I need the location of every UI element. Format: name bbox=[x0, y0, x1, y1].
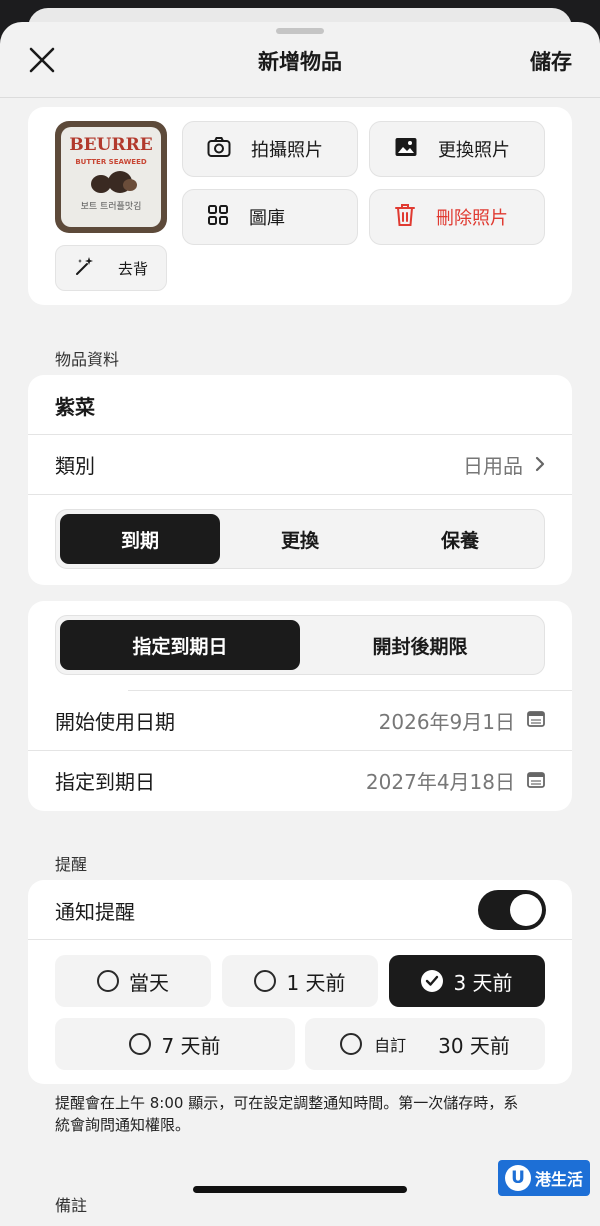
reminder-option-label: 當天 bbox=[129, 970, 169, 995]
tab-replace[interactable]: 更換 bbox=[220, 514, 380, 564]
notification-toggle-label: 通知提醒 bbox=[55, 899, 135, 924]
notification-toggle[interactable] bbox=[478, 890, 546, 930]
replace-photo-button[interactable]: 更換照片 bbox=[369, 121, 545, 177]
gallery-label: 圖庫 bbox=[249, 208, 285, 229]
reminder-option-custom[interactable]: 自訂 30 天前 bbox=[305, 1018, 545, 1070]
expiry-date-row[interactable]: 指定到期日 2027年4月18日 bbox=[28, 750, 572, 810]
start-date-row[interactable]: 開始使用日期 2026年9月1日 bbox=[28, 690, 572, 750]
take-photo-label: 拍攝照片 bbox=[251, 140, 323, 161]
radio-empty-icon bbox=[97, 970, 119, 992]
custom-option-label: 自訂 bbox=[374, 1036, 407, 1055]
checkmark-icon bbox=[421, 970, 444, 992]
radio-empty-icon bbox=[129, 1033, 152, 1055]
item-name-field[interactable]: 紫菜 bbox=[28, 375, 572, 435]
thumb-korean-text: 보트 트러플맛김 bbox=[80, 202, 142, 212]
delete-photo-label: 刪除照片 bbox=[436, 208, 508, 229]
calendar-icon bbox=[527, 769, 545, 793]
watermark-text: 港生活 bbox=[534, 1170, 583, 1189]
thumb-brand-text: BEURRE bbox=[69, 135, 153, 155]
nav-bar: 新增物品 儲存 bbox=[0, 22, 600, 98]
reminder-option-label: 3 天前 bbox=[453, 970, 513, 995]
watermark-letter: U bbox=[504, 1165, 531, 1191]
take-photo-button[interactable]: 拍攝照片 bbox=[182, 121, 358, 177]
watermark-logo: U 港生活 bbox=[498, 1160, 590, 1196]
thumb-sub-text: BUTTER SEAWEED bbox=[75, 158, 147, 166]
magic-wand-icon bbox=[74, 255, 96, 281]
item-name-value: 紫菜 bbox=[55, 394, 95, 419]
reminder-card: 通知提醒 當天 1 天前 3 天前 7 天前 自訂 30 天前 bbox=[28, 880, 572, 1084]
product-bag-image: BEURRE BUTTER SEAWEED 보트 트러플맛김 bbox=[61, 127, 161, 227]
camera-icon bbox=[207, 136, 231, 163]
reminder-option-label: 1 天前 bbox=[286, 970, 346, 995]
page-title: 新增物品 bbox=[258, 50, 342, 74]
expiry-date-label: 指定到期日 bbox=[55, 770, 155, 794]
gallery-button[interactable]: 圖庫 bbox=[182, 189, 358, 245]
reminder-option-3-days[interactable]: 3 天前 bbox=[389, 955, 545, 1007]
photo-card: BEURRE BUTTER SEAWEED 보트 트러플맛김 去背 拍攝照片 更… bbox=[28, 107, 572, 305]
toggle-knob bbox=[510, 894, 542, 926]
tab-after-opening[interactable]: 開封後期限 bbox=[300, 620, 540, 670]
divider bbox=[28, 494, 572, 495]
tab-maintenance[interactable]: 保養 bbox=[380, 514, 540, 564]
item-photo-thumbnail[interactable]: BEURRE BUTTER SEAWEED 보트 트러플맛김 bbox=[55, 121, 167, 233]
start-date-value: 2026年9月1日 bbox=[378, 709, 515, 734]
tracking-type-segmented: 到期 更換 保養 bbox=[55, 509, 545, 569]
reminder-option-1-day[interactable]: 1 天前 bbox=[222, 955, 378, 1007]
custom-days-value[interactable]: 30 天前 bbox=[438, 1030, 510, 1059]
image-icon bbox=[394, 136, 418, 163]
save-button[interactable]: 儲存 bbox=[530, 46, 572, 76]
category-value: 日用品 bbox=[463, 454, 523, 478]
reminder-hint-text: 提醒會在上午 8:00 顯示，可在設定調整通知時間。第一次儲存時，系統會詢問通知… bbox=[55, 1094, 519, 1134]
start-date-label: 開始使用日期 bbox=[55, 709, 175, 734]
remove-background-label: 去背 bbox=[117, 259, 148, 278]
expiry-card: 指定到期日 開封後期限 開始使用日期 2026年9月1日 指定到期日 2027年… bbox=[28, 601, 572, 811]
divider bbox=[28, 939, 572, 940]
category-row[interactable]: 類別 日用品 bbox=[28, 434, 572, 494]
radio-empty-icon bbox=[254, 970, 277, 992]
tab-fixed-expiry-date[interactable]: 指定到期日 bbox=[60, 620, 300, 670]
expiry-mode-segmented: 指定到期日 開封後期限 bbox=[55, 615, 545, 675]
reminder-section-label: 提醒 bbox=[55, 855, 88, 874]
tab-expiry[interactable]: 到期 bbox=[60, 514, 220, 564]
grid-icon bbox=[207, 204, 229, 231]
truffle-shape bbox=[123, 179, 137, 191]
home-indicator bbox=[193, 1186, 407, 1193]
notes-section-label: 備註 bbox=[55, 1196, 88, 1215]
category-label: 類別 bbox=[55, 454, 95, 478]
radio-empty-icon bbox=[340, 1033, 363, 1055]
expiry-date-value: 2027年4月18日 bbox=[365, 770, 515, 794]
chevron-right-icon bbox=[535, 453, 545, 477]
calendar-icon bbox=[527, 708, 545, 732]
reminder-option-7-days[interactable]: 7 天前 bbox=[55, 1018, 295, 1070]
trash-icon bbox=[394, 203, 416, 232]
reminder-option-label: 7 天前 bbox=[161, 1033, 221, 1058]
replace-photo-label: 更換照片 bbox=[438, 140, 510, 161]
remove-background-button[interactable]: 去背 bbox=[55, 245, 167, 291]
add-item-sheet: 新增物品 儲存 BEURRE BUTTER SEAWEED 보트 트러플맛김 去… bbox=[0, 22, 600, 1226]
delete-photo-button[interactable]: 刪除照片 bbox=[369, 189, 545, 245]
item-info-section-label: 物品資料 bbox=[55, 350, 120, 369]
item-info-card: 紫菜 類別 日用品 到期 更換 保養 bbox=[28, 375, 572, 585]
reminder-option-same-day[interactable]: 當天 bbox=[55, 955, 211, 1007]
